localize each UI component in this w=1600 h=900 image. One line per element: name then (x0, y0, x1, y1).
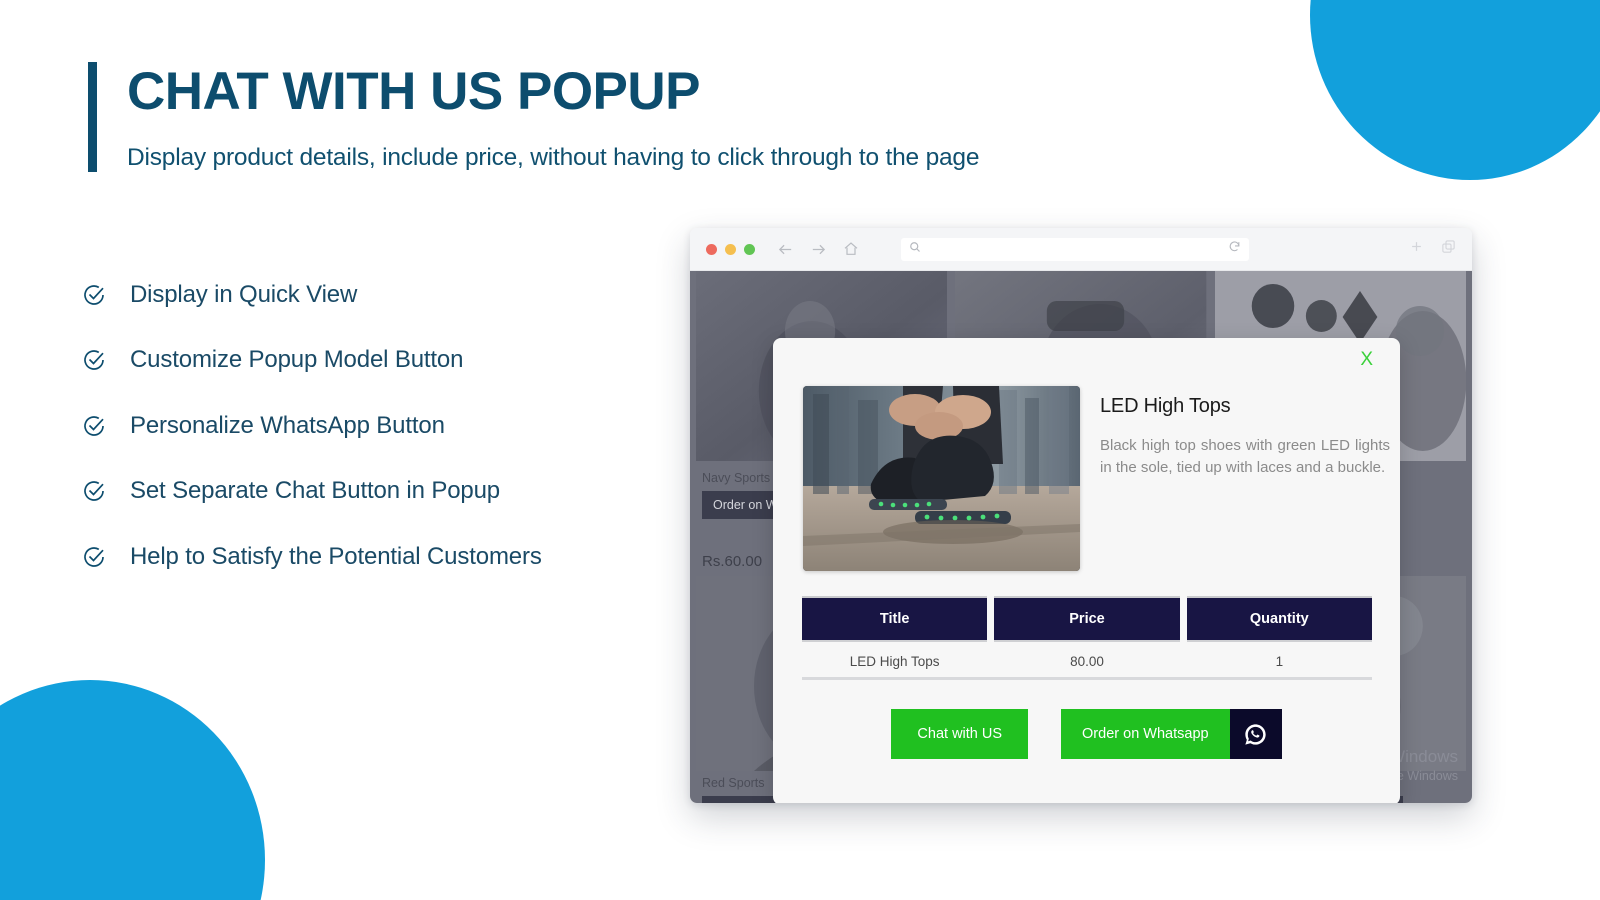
product-title: LED High Tops (1100, 395, 1231, 417)
list-item: Personalize WhatsApp Button (82, 393, 722, 459)
maximize-window-button[interactable] (744, 243, 755, 255)
reload-icon[interactable] (1228, 240, 1241, 258)
product-image (803, 386, 1080, 571)
address-bar[interactable] (901, 237, 1249, 261)
home-icon[interactable] (843, 241, 859, 257)
feature-list: Display in Quick View Customize Popup Mo… (82, 262, 722, 590)
store-page-background: Navy Sports Order on Whatsapp Rs.60.00 R… (690, 271, 1472, 803)
back-arrow-icon[interactable] (777, 241, 794, 258)
list-item-label: Help to Satisfy the Potential Customers (130, 542, 542, 570)
chat-with-us-popup-modal: X LED High Tops Black high top shoes wit… (773, 338, 1400, 803)
order-on-whatsapp-group[interactable]: Order on Whatsapp (1061, 709, 1282, 759)
product-name: Navy Sports (702, 471, 771, 485)
decorative-blue-circle-top-right (1310, 0, 1600, 180)
accent-bar (88, 62, 97, 172)
new-tab-plus-icon[interactable] (1409, 239, 1424, 259)
list-item: Set Separate Chat Button in Popup (82, 459, 722, 525)
check-circle-icon (82, 414, 106, 438)
decorative-blue-circle-bottom-left (0, 680, 265, 900)
minimize-window-button[interactable] (725, 243, 736, 255)
list-item-label: Set Separate Chat Button in Popup (130, 477, 500, 505)
window-traffic-lights[interactable] (706, 243, 755, 255)
check-circle-icon (82, 283, 106, 307)
browser-window-mockup: Navy Sports Order on Whatsapp Rs.60.00 R… (690, 228, 1472, 803)
list-item: Customize Popup Model Button (82, 328, 722, 394)
page-title: CHAT WITH US POPUP (127, 62, 701, 121)
order-on-whatsapp-button[interactable]: Order on Whatsapp (1061, 709, 1230, 759)
page-subtitle: Display product details, include price, … (127, 143, 980, 171)
check-circle-icon (82, 348, 106, 372)
table-header-cell: Title (802, 596, 988, 640)
browser-toolbar (690, 228, 1472, 271)
table-header-cell: Price (994, 596, 1180, 640)
product-detail-table: Title Price Quantity LED High Tops 80.00… (802, 596, 1372, 680)
list-item-label: Display in Quick View (130, 280, 358, 308)
product-description: Black high top shoes with green LED ligh… (1100, 437, 1390, 477)
check-circle-icon (82, 479, 106, 503)
close-window-button[interactable] (706, 243, 717, 255)
modal-action-buttons: Chat with US Order on Whatsapp (773, 709, 1400, 759)
list-item: Display in Quick View (82, 262, 722, 328)
chat-with-us-button[interactable]: Chat with US (891, 709, 1029, 759)
check-circle-icon (82, 545, 106, 569)
product-price: Rs.60.00 (702, 553, 763, 570)
table-cell-price: 80.00 (994, 640, 1180, 677)
list-item-label: Personalize WhatsApp Button (130, 411, 445, 439)
table-header-cell: Quantity (1186, 596, 1372, 640)
list-item-label: Customize Popup Model Button (130, 346, 464, 374)
hero-header: CHAT WITH US POPUP Display product detai… (88, 62, 979, 172)
table-row: LED High Tops 80.00 1 (802, 640, 1372, 680)
product-name: Red Sports (702, 776, 765, 790)
table-cell-title: LED High Tops (802, 640, 988, 677)
search-icon (909, 240, 921, 258)
list-item: Help to Satisfy the Potential Customers (82, 524, 722, 590)
close-icon[interactable]: X (1360, 350, 1373, 369)
slide-canvas: CHAT WITH US POPUP Display product detai… (0, 0, 1600, 900)
table-cell-quantity: 1 (1186, 640, 1372, 677)
tab-overview-icon[interactable] (1441, 239, 1456, 259)
forward-arrow-icon[interactable] (810, 241, 827, 258)
table-header-row: Title Price Quantity (802, 596, 1372, 640)
whatsapp-icon[interactable] (1229, 709, 1282, 759)
